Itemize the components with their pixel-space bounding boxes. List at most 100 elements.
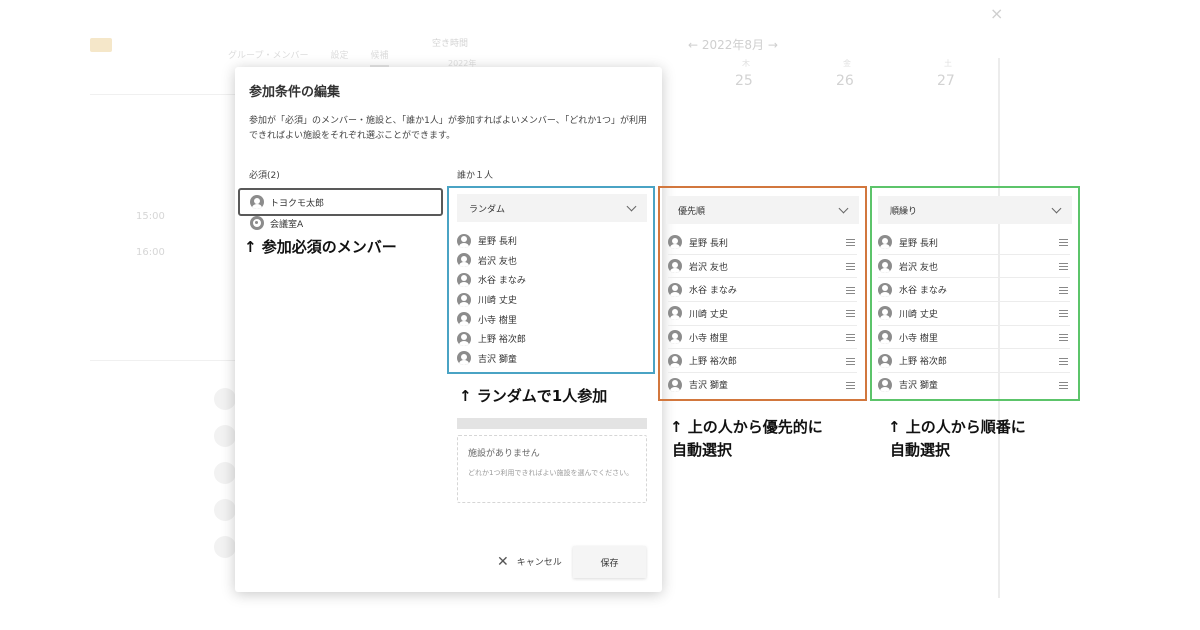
bg-time: 16:00 [136,247,165,258]
close-icon: ✕ [497,553,509,570]
list-item[interactable]: 水谷 まなみ [878,278,1070,303]
person-icon [878,353,892,368]
drag-handle-icon[interactable] [846,334,855,342]
bg-day: 27 [937,73,955,89]
priority-order-panel: 優先順 星野 長利 岩沢 友也 水谷 まなみ 川崎 丈史 小寺 樹里 上野 裕次… [658,186,867,401]
drag-handle-icon[interactable] [846,263,855,271]
list-item[interactable]: 星野 長利 [878,231,1070,255]
random-caption: ↑ ランダムで1人参加 [459,387,608,405]
list-item[interactable]: 水谷 まなみ [668,278,857,303]
drag-handle-icon[interactable] [1059,239,1068,247]
bg-dow: 土 [944,59,952,68]
save-button[interactable]: 保存 [573,546,646,578]
person-icon [878,282,892,297]
person-icon [668,353,682,368]
drag-handle-icon[interactable] [1059,286,1068,294]
chevron-down-icon [1051,203,1062,213]
cancel-button[interactable]: ✕ キャンセル [497,553,562,570]
person-icon [878,235,892,250]
bg-divider [90,94,235,95]
chevron-down-icon [838,203,849,213]
member-name: 小寺 樹里 [689,333,728,344]
drag-handle-icon[interactable] [846,381,855,389]
drag-handle-icon[interactable] [846,286,855,294]
bg-time: 15:00 [136,211,165,222]
bg-avatar [214,425,236,447]
bg-day: 25 [735,73,753,89]
dialog-title: 参加条件の編集 [249,85,341,100]
required-facility-name: 会議室A [270,219,304,230]
drag-handle-icon[interactable] [1059,263,1068,271]
cancel-label: キャンセル [516,558,562,568]
background-tabs: グループ・メンバー 設定 候補 [228,48,389,67]
priority-mode-dropdown[interactable]: 優先順 [666,196,859,224]
list-item[interactable]: 上野 裕次郎 [878,349,1070,374]
list-item[interactable]: 小寺 樹里 [878,326,1070,350]
bg-dow: 金 [843,59,851,68]
priority-mode-value: 優先順 [678,206,706,217]
priority-member-list: 星野 長利 岩沢 友也 水谷 まなみ 川崎 丈史 小寺 樹里 上野 裕次郎 吉沢… [668,231,857,397]
facility-icon [250,216,264,230]
drag-handle-icon[interactable] [1059,334,1068,342]
required-label: 必須(2) [249,171,280,181]
list-item[interactable]: 吉沢 獅童 [878,373,1070,397]
member-name: 吉沢 獅童 [689,381,728,392]
member-name: 星野 長利 [899,238,938,249]
drag-handle-icon[interactable] [1059,381,1068,389]
member-name: 吉沢 獅童 [899,381,938,392]
rotation-mode-dropdown[interactable]: 順繰り [878,196,1072,224]
bg-avatar [214,462,236,484]
priority-caption-line2: 自動選択 [672,441,733,459]
member-name: 岩沢 友也 [689,262,728,273]
person-icon [878,306,892,321]
priority-caption-line1: ↑ 上の人から優先的に [670,418,823,436]
member-name: 星野 長利 [689,238,728,249]
bg-tab: 設定 [330,51,349,61]
free-time-label: 空き時間 [432,39,469,49]
facility-header-bar [457,418,647,429]
facility-empty-title: 施設がありません [468,449,540,459]
bg-avatar [214,499,236,521]
bg-tab: 候補 [370,48,389,67]
drag-handle-icon[interactable] [846,357,855,365]
drag-handle-icon[interactable] [1059,357,1068,365]
rotation-caption-line1: ↑ 上の人から順番に [888,418,1026,436]
month-nav: ← 2022年8月 → [688,38,778,52]
list-item[interactable]: 川崎 丈史 [668,302,857,326]
required-facility[interactable]: 会議室A [250,216,303,230]
bg-tab: グループ・メンバー [228,51,309,61]
person-icon [668,377,682,392]
bg-avatar [214,536,236,558]
drag-handle-icon[interactable] [846,310,855,318]
list-item[interactable]: 川崎 丈史 [878,302,1070,326]
drag-handle-icon[interactable] [846,239,855,247]
facility-drop-area[interactable]: 施設がありません どれか1つ利用できればよい施設を選んでください。 [457,435,647,503]
required-highlight-outline [238,188,443,216]
list-item[interactable]: 岩沢 友也 [668,255,857,279]
person-icon [878,259,892,274]
bg-day: 26 [836,73,854,89]
close-icon: × [990,4,1004,23]
rotation-order-panel: 順繰り 星野 長利 岩沢 友也 水谷 まなみ 川崎 丈史 小寺 樹里 上野 裕次… [870,186,1080,401]
member-name: 水谷 まなみ [689,286,737,297]
dialog-description: 参加が「必須」のメンバー・施設と、「誰か1人」が参加すればよいメンバー、「どれか… [249,116,648,141]
drag-handle-icon[interactable] [1059,310,1068,318]
list-item[interactable]: 岩沢 友也 [878,255,1070,279]
person-icon [668,282,682,297]
list-item[interactable]: 上野 裕次郎 [668,349,857,374]
member-name: 小寺 樹里 [899,333,938,344]
member-name: 川崎 丈史 [899,309,938,320]
member-name: 上野 裕次郎 [899,357,947,368]
list-item[interactable]: 吉沢 獅童 [668,373,857,397]
bg-avatar [214,388,236,410]
list-item[interactable]: 星野 長利 [668,231,857,255]
rotation-mode-value: 順繰り [890,206,918,217]
rotation-caption-line2: 自動選択 [890,441,951,459]
list-item[interactable]: 小寺 樹里 [668,326,857,350]
person-icon [668,259,682,274]
app-logo [90,38,112,52]
bg-divider [90,360,235,361]
person-icon [668,330,682,345]
required-caption: ↑ 参加必須のメンバー [244,238,397,256]
anyone-label: 誰か１人 [457,171,494,181]
